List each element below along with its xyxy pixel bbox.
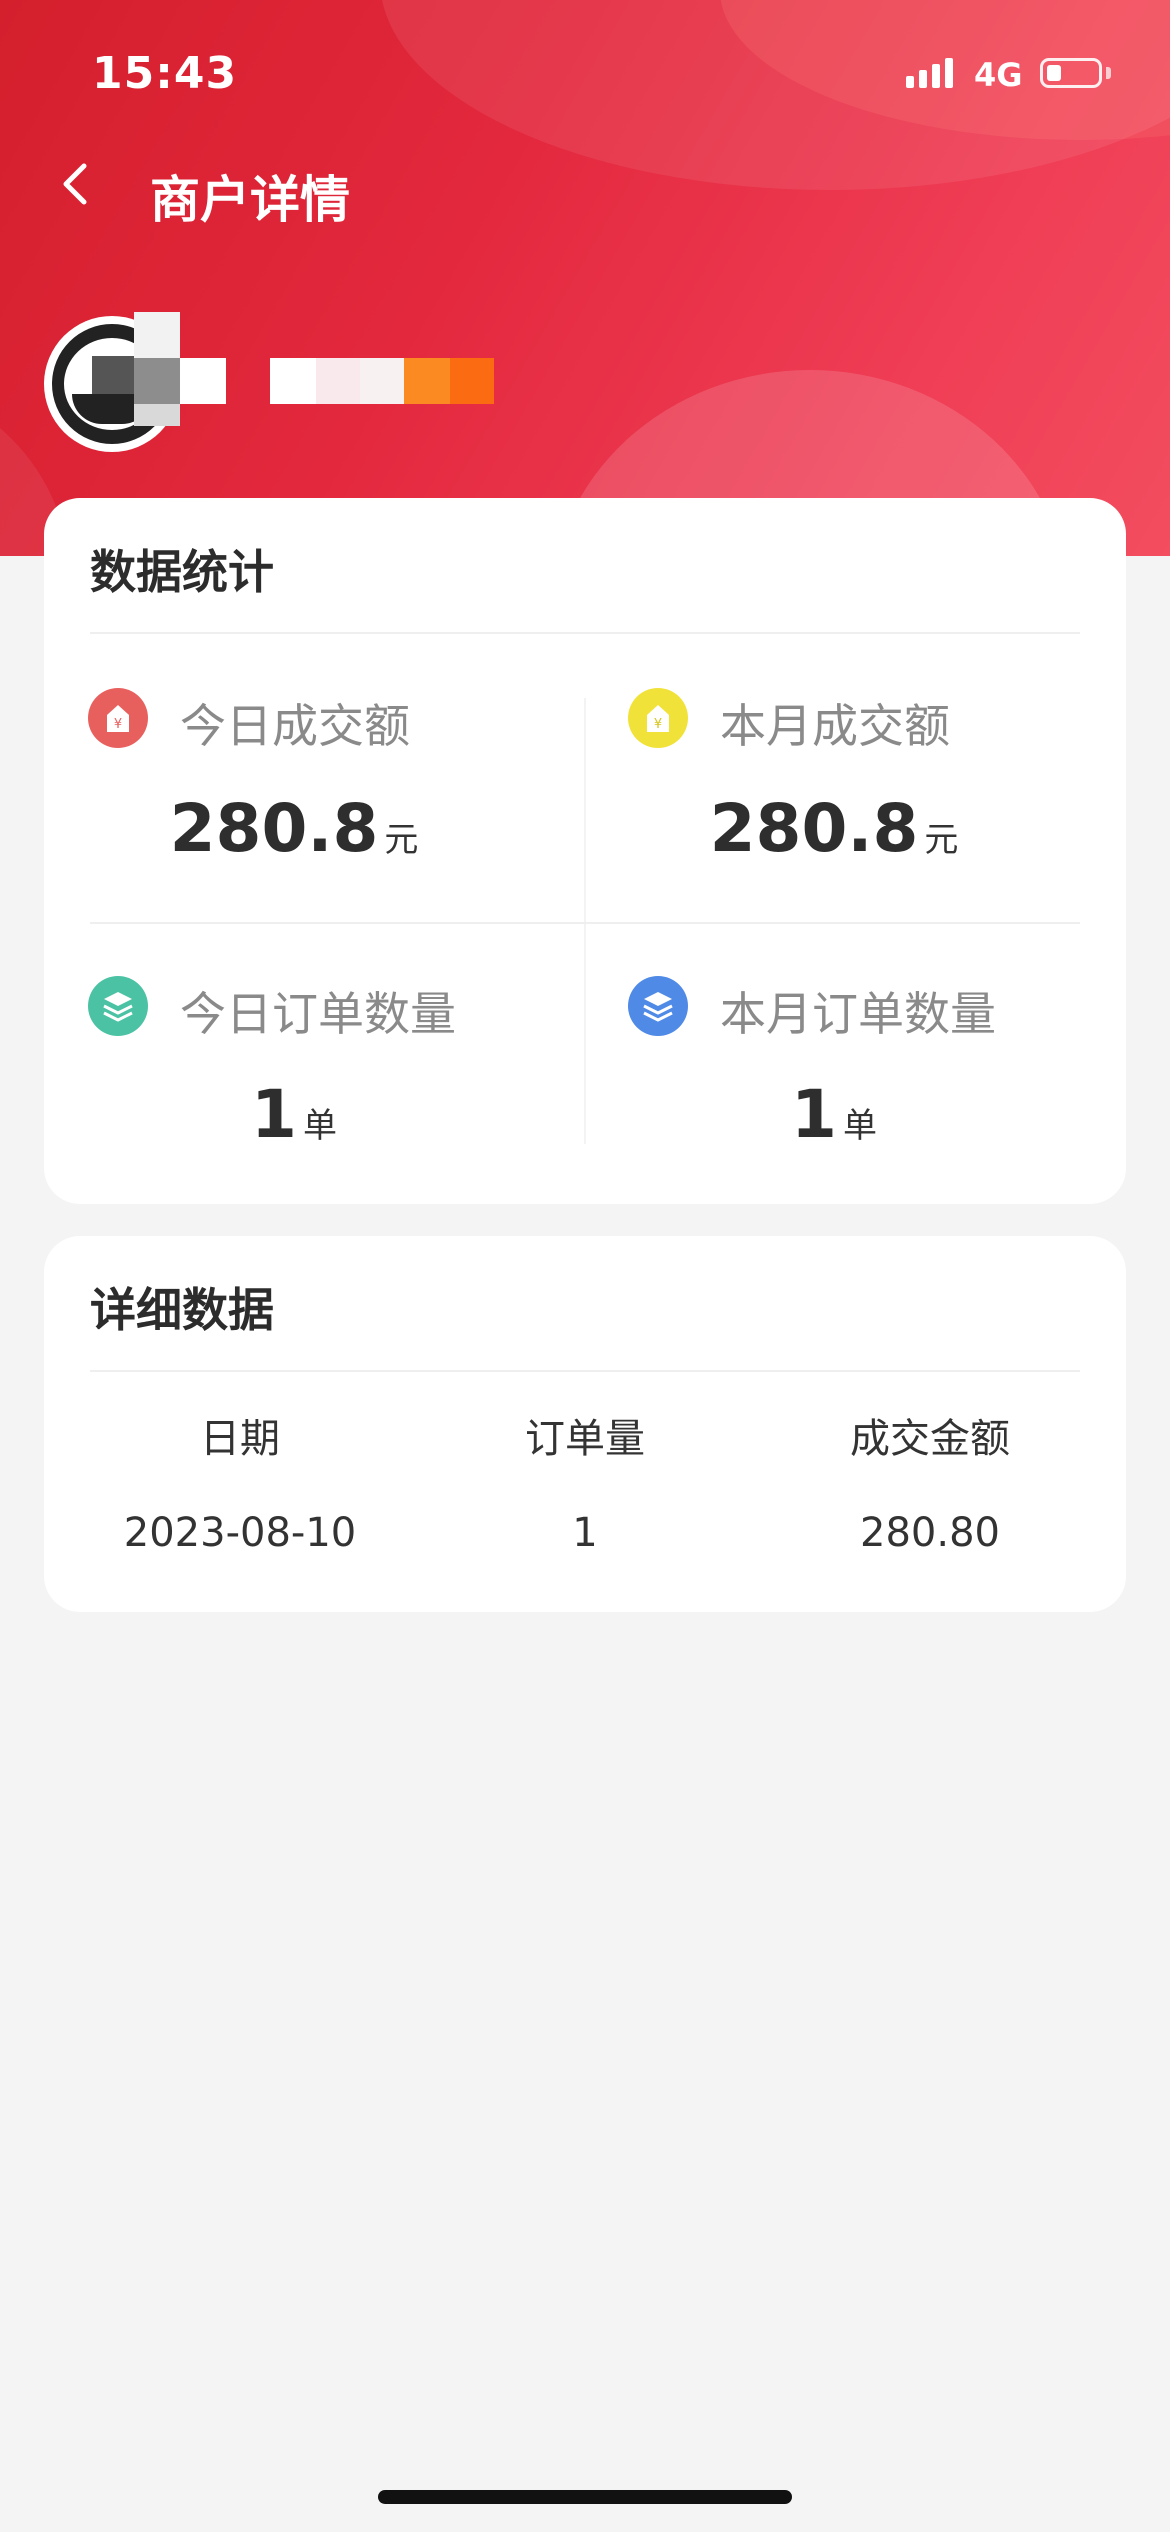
stat-value: 280.8 (169, 790, 379, 867)
battery-tip (1106, 67, 1111, 79)
divider (90, 632, 1080, 634)
stat-label: 今日成交额 (180, 699, 410, 753)
detail-card-title: 详细数据 (90, 1283, 274, 1337)
stat-label: 今日订单数量 (180, 987, 456, 1041)
stat-value: 1 (791, 1076, 837, 1153)
stat-unit: 元 (924, 820, 959, 860)
table-header: 日期 (200, 1416, 280, 1462)
layers-icon (628, 976, 688, 1036)
money-tag-icon: ¥ (88, 688, 148, 748)
back-button[interactable] (50, 150, 110, 220)
table-cell: 280.80 (860, 1510, 1000, 1556)
battery-icon (1040, 58, 1102, 88)
stat-label: 本月订单数量 (720, 987, 996, 1041)
stat-today-amount: ¥ 今日成交额 280.8 元 (44, 688, 538, 888)
table-column-orders: 订单量 1 (415, 1406, 755, 1556)
stats-card: 数据统计 ¥ 今日成交额 280.8 元 ¥ 本月成交额 280.8 元 今日订… (44, 498, 1126, 1204)
page-title: 商户详情 (150, 171, 350, 229)
detail-card: 详细数据 日期 2023-08-10 订单量 1 成交金额 280.80 (44, 1236, 1126, 1612)
stat-label: 本月成交额 (720, 699, 950, 753)
money-tag-icon: ¥ (628, 688, 688, 748)
table-cell: 2023-08-10 (123, 1510, 357, 1556)
divider (90, 1370, 1080, 1372)
stat-value: 1 (251, 1076, 297, 1153)
stat-unit: 元 (384, 820, 419, 860)
chevron-left-icon (63, 163, 87, 205)
table-header: 成交金额 (850, 1416, 1010, 1462)
network-type: 4G (974, 56, 1023, 94)
table-header: 订单量 (525, 1416, 645, 1462)
layers-icon (88, 976, 148, 1036)
stats-card-title: 数据统计 (90, 545, 274, 599)
svg-text:¥: ¥ (654, 717, 662, 732)
stat-value: 280.8 (709, 790, 919, 867)
stat-unit: 单 (842, 1106, 877, 1146)
header-decor (380, 0, 1170, 190)
home-indicator[interactable] (378, 2490, 792, 2504)
table-cell: 1 (572, 1510, 598, 1556)
svg-text:¥: ¥ (114, 717, 122, 732)
stat-today-orders: 今日订单数量 1单 (44, 976, 538, 1176)
stat-month-amount: ¥ 本月成交额 280.8 元 (584, 688, 1078, 888)
table-column-amount: 成交金额 280.80 (760, 1406, 1100, 1556)
divider (90, 922, 1080, 924)
stat-month-orders: 本月订单数量 1单 (584, 976, 1078, 1176)
signal-icon (906, 58, 953, 88)
stat-unit: 单 (302, 1106, 337, 1146)
table-column-date: 日期 2023-08-10 (70, 1406, 410, 1556)
status-time: 15:43 (92, 48, 238, 99)
